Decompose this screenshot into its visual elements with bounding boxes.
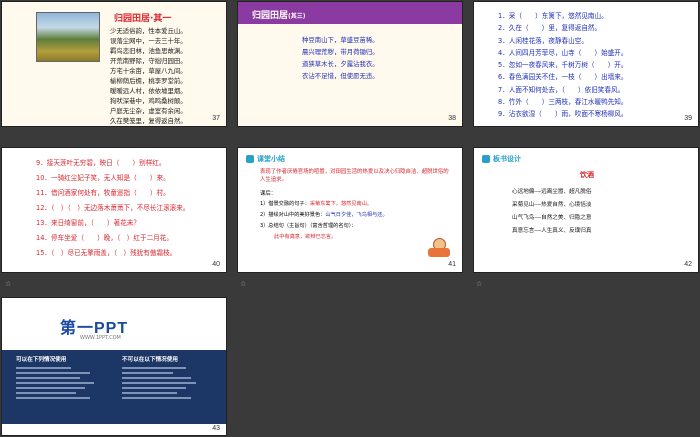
fill-in-list: 9．接天莲叶无穷碧，映日（ ）别样红。 10．一骑红尘妃子笑，无人知是（ ）来。…: [36, 156, 189, 261]
question-line: 8．竹外（ ）三两枝，春江水暖鸭先知。: [498, 98, 628, 107]
poem-line: 久在樊笼里，复得返自然。: [110, 117, 187, 125]
poem-line: 种豆南山下，草盛豆苗稀。: [302, 36, 379, 44]
reading-girl-icon: [428, 238, 450, 258]
question-line: 12．（ ）（ ）无边落木萧萧下，不尽长江滚滚来。: [36, 204, 190, 212]
question-line: 10．一骑红尘妃子笑，无人知是（ ）来。: [36, 174, 170, 182]
brand-url: WWW.1PPT.COM: [80, 335, 121, 341]
poem-line: 少无适俗韵，性本爱丘山。: [110, 27, 187, 35]
slide-41[interactable]: 课堂小结 表现了作者厌倦官场的喧嚣，对田园生活的热爱以及决心归隐自洁、超脱世俗的…: [237, 147, 463, 273]
poem-line: 暧暧远人村，依依墟里烟。: [110, 87, 187, 95]
slide-number: 40: [212, 261, 220, 268]
slide-40[interactable]: 9．接天莲叶无穷碧，映日（ ）别样红。 10．一骑红尘妃子笑，无人知是（ ）来。…: [1, 147, 227, 273]
slide-title: 归园田居·其一: [114, 14, 172, 24]
review-item: 2）描绘对山中的美好景色：山气日夕佳，飞鸟相与还。: [260, 212, 388, 218]
review-item: 3）总结句（主旨句）（富含哲理的名句）：: [260, 223, 357, 229]
village-landscape-image: [36, 12, 100, 62]
section-heading: 板书设计: [482, 154, 521, 164]
question-line: 2．久在（ ）里，复得返自然。: [498, 24, 602, 33]
question-line: 3．人闲桂花落，夜静春山空。: [498, 36, 588, 45]
poem-body: 种豆南山下，草盛豆苗稀。 晨兴理荒秽，带月荷锄归。 道狭草木长，夕露沾我衣。 衣…: [302, 34, 379, 82]
poem-line: 羁鸟恋旧林，池鱼思故渊。: [110, 47, 187, 55]
question-line: 4．人间四月芳菲尽，山寺（ ）始盛开。: [498, 48, 628, 57]
board-line: 山气飞鸟——自然之美、归隐之意: [512, 215, 592, 221]
review-item: 1）借景交融的句子：采菊东篱下，悠然见南山。: [260, 201, 373, 207]
section-heading: 课堂小结: [246, 154, 285, 164]
slide-38[interactable]: 归园田居(其三) 种豆南山下，草盛豆苗稀。 晨兴理荒秽，带月荷锄归。 道狭草木长…: [237, 1, 463, 127]
question-line: 11．借问酒家何处有，牧童遥指（ ）村。: [36, 189, 170, 197]
slide-37[interactable]: 归园田居·其一 少无适俗韵，性本爱丘山。 误落尘网中，一去三十年。 羁鸟恋旧林，…: [1, 1, 227, 127]
poem-line: 晨兴理荒秽，带月荷锄归。: [302, 48, 379, 56]
poem-line: 误落尘网中，一去三十年。: [110, 37, 187, 45]
poem-body: 少无适俗韵，性本爱丘山。 误落尘网中，一去三十年。 羁鸟恋旧林，池鱼思故渊。 开…: [110, 26, 187, 126]
poem-line: 衣沾不足惜，但使愿无违。: [302, 72, 379, 80]
poem-line: 狗吠深巷中，鸡鸣桑树颠。: [110, 97, 187, 105]
review-item: 此中有真意，欲辩已忘言。: [274, 234, 337, 240]
cannot-use-list: [122, 364, 214, 408]
board-title: 饮酒: [580, 171, 594, 179]
slide-number: 43: [212, 425, 220, 432]
board-design-icon: [482, 155, 490, 163]
can-use-heading: 可以在下列情况使用: [16, 357, 67, 363]
slide-number: 42: [684, 261, 692, 268]
summary-text: 表现了作者厌倦官场的喧嚣，对田园生活的热爱以及决心归隐自洁、超脱世俗的人生追求。: [260, 169, 449, 183]
review-label: 课后：: [260, 191, 277, 197]
question-line: 9．沾衣欲湿（ ）雨，吹面不寒杨柳风。: [498, 110, 628, 119]
question-line: 9．接天莲叶无穷碧，映日（ ）别样红。: [36, 159, 166, 167]
can-use-list: [16, 364, 108, 408]
review-items: 1）借景交融的句子：采菊东篱下，悠然见南山。 2）描绘对山中的美好景色：山气日夕…: [260, 199, 388, 243]
poem-line: 户庭无尘杂，虚室有余闲。: [110, 107, 187, 115]
question-line: 5．忽如一夜春风来，千树万树（ ）开。: [498, 61, 628, 70]
question-line: 13．来日绮窗前，（ ）著花未？: [36, 219, 140, 227]
slide-39[interactable]: 1．采（ ）东篱下，悠然见南山。 2．久在（ ）里，复得返自然。 3．人闲桂花落…: [473, 1, 699, 127]
cannot-use-heading: 不可以在以下情况使用: [122, 357, 178, 363]
question-line: 1．采（ ）东篱下，悠然见南山。: [498, 12, 608, 20]
board-lines: 心远地偏——远离尘嚣、超凡脱俗 采菊见山——热爱自然、心境恬淡 山气飞鸟——自然…: [512, 186, 591, 238]
poem-line: 道狭草木长，夕露沾我衣。: [302, 60, 379, 68]
poem-line: 方宅十余亩，草屋八九间。: [110, 67, 187, 75]
slide-number: 37: [212, 115, 220, 122]
lesson-summary-icon: [246, 155, 254, 163]
star-icon: ☆: [476, 280, 483, 288]
fill-in-list: 1．采（ ）东篱下，悠然见南山。 2．久在（ ）里，复得返自然。 3．人闲桂花落…: [498, 10, 627, 121]
slide-number: 39: [684, 115, 692, 122]
slide-42[interactable]: 板书设计 饮酒 心远地偏——远离尘嚣、超凡脱俗 采菊见山——热爱自然、心境恬淡 …: [473, 147, 699, 273]
board-line: 真意忘言——人生真义、反璞归真: [512, 228, 592, 234]
question-line: 7．人面不知何处去，（ ）依旧笑春风。: [498, 85, 625, 94]
board-line: 心远地偏——远离尘嚣、超凡脱俗: [512, 189, 592, 195]
poem-line: 开荒南野际，守拙归园田。: [110, 57, 187, 65]
question-line: 14．停车坐爱（ ）晚，（ ）红于二月花。: [36, 234, 173, 242]
slide-43[interactable]: 第一PPT WWW.1PPT.COM 可以在下列情况使用 不可以在以下情况使用 …: [1, 297, 227, 436]
slide-number: 41: [448, 261, 456, 268]
question-line: 6．春色满园关不住，一枝（ ）出墙来。: [498, 73, 628, 82]
question-line: 15．（ ）尽已无擎雨盖，（ ）残犹有傲霜枝。: [36, 249, 177, 257]
slide-title: 归园田居(其三): [252, 11, 306, 21]
slide-number: 38: [448, 115, 456, 122]
poem-line: 榆柳荫后檐，桃李罗堂前。: [110, 77, 187, 85]
star-icon: ☆: [240, 280, 247, 288]
board-line: 采菊见山——热爱自然、心境恬淡: [512, 202, 592, 208]
